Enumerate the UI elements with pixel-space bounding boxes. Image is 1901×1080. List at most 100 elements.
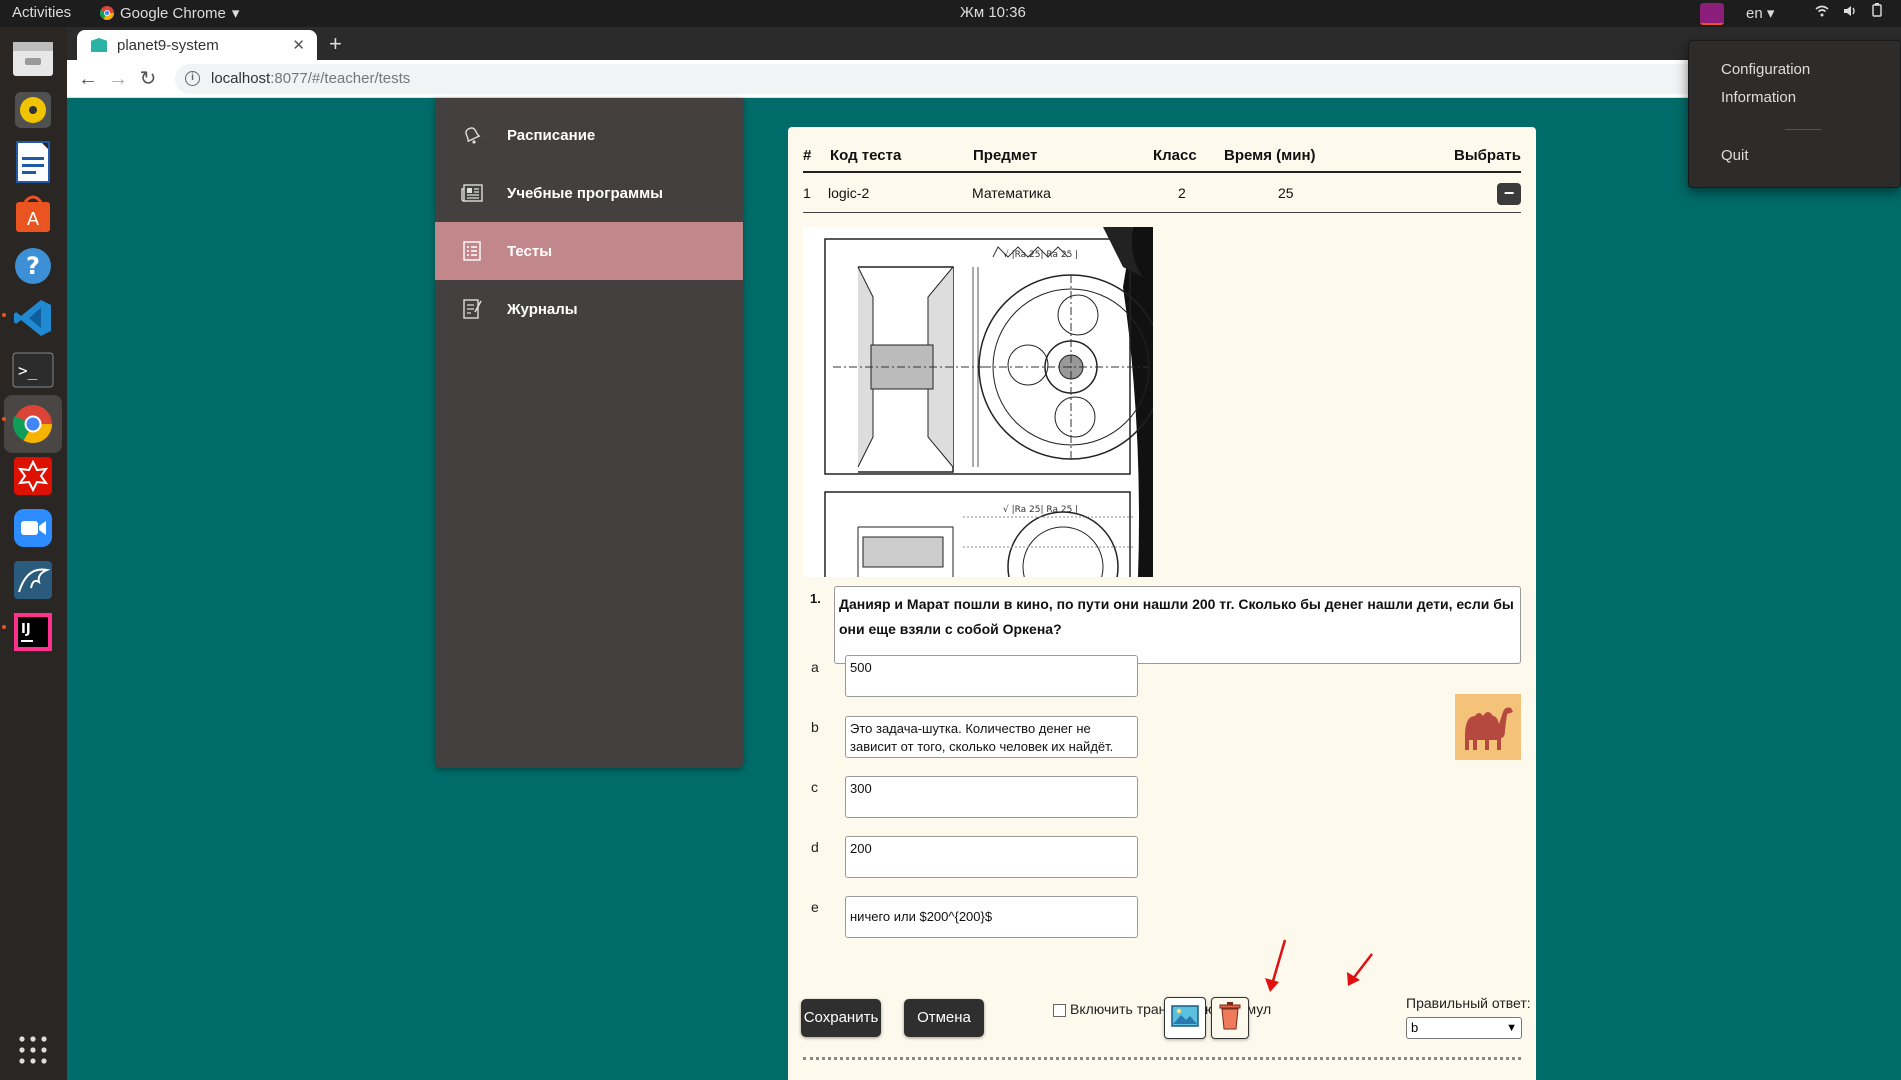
svg-text:√ |Ra 25| Ra 25 |: √ |Ra 25| Ra 25 | <box>1003 249 1078 260</box>
app-menu[interactable]: Google Chrome ▾ <box>100 4 239 22</box>
upload-image-button[interactable] <box>1164 997 1206 1039</box>
row-grade: 2 <box>1178 185 1186 201</box>
answer-letter: a <box>811 659 819 675</box>
svg-text:√ |Ra 25| Ra 25 |: √ |Ra 25| Ra 25 | <box>1003 504 1078 515</box>
formula-checkbox[interactable] <box>1053 1003 1066 1017</box>
terminal-icon[interactable]: >_ <box>10 347 56 393</box>
ubuntu-dock: A ? >_ IJ <box>0 27 67 1080</box>
menu-separator <box>1785 129 1821 130</box>
bell-icon <box>461 124 483 146</box>
row-subject: Математика <box>972 185 1051 201</box>
chrome-toolbar: ← → ↻ i localhost:8077/#/teacher/tests ✚… <box>67 60 1901 98</box>
col-num: # <box>803 147 812 164</box>
col-grade: Класс <box>1153 147 1197 164</box>
zoom-icon[interactable] <box>10 505 56 551</box>
keyboard-layout[interactable]: en ▾ <box>1746 4 1774 22</box>
forward-icon[interactable]: → <box>105 66 131 92</box>
sidebar-item-schedule[interactable]: Расписание <box>435 106 743 164</box>
answer-c-field[interactable]: 300 <box>845 776 1138 818</box>
checklist-icon <box>461 240 483 262</box>
newspaper-icon <box>461 182 483 204</box>
software-center-icon[interactable]: A <box>10 191 56 237</box>
wolfram-icon[interactable] <box>10 453 56 499</box>
browser-tab[interactable]: planet9-system ✕ <box>77 30 317 60</box>
correct-answer-label: Правильный ответ: <box>1406 995 1531 1011</box>
show-applications-icon[interactable] <box>10 1027 56 1073</box>
table-row[interactable]: 1 logic-2 Математика 2 25 − <box>803 177 1521 213</box>
wifi-icon <box>1815 4 1829 21</box>
camel-icon[interactable] <box>1455 694 1521 760</box>
sidebar-item-journals[interactable]: Журналы <box>435 280 743 338</box>
activities-button[interactable]: Activities <box>12 4 71 21</box>
app-name: Google Chrome <box>120 4 226 22</box>
info-icon[interactable]: i <box>185 71 200 86</box>
vscode-icon[interactable] <box>10 295 56 341</box>
chrome-tab-strip: planet9-system ✕ + <box>67 27 1901 60</box>
help-icon[interactable]: ? <box>10 243 56 289</box>
question-image: √ |Ra 25| Ra 25 | √ |Ra 25| Ra 25 | <box>803 227 1153 577</box>
sidebar-menu: Расписание Учебные программы Тесты Журна… <box>435 98 743 768</box>
col-code: Код теста <box>830 147 902 164</box>
svg-text:IJ: IJ <box>21 622 31 637</box>
sidebar-item-tests[interactable]: Тесты <box>435 222 743 280</box>
intellij-icon[interactable]: IJ <box>10 609 56 655</box>
chevron-down-icon: ▾ <box>231 5 240 22</box>
menu-item-configuration[interactable]: Configuration <box>1721 61 1810 78</box>
system-indicators[interactable] <box>1815 3 1883 21</box>
mysql-workbench-icon[interactable] <box>10 557 56 603</box>
question-text-field[interactable]: Данияр и Марат пошли в кино, по пути они… <box>834 586 1521 664</box>
address-bar[interactable]: i localhost:8077/#/teacher/tests <box>175 64 1795 94</box>
svg-text:?: ? <box>26 252 40 280</box>
files-icon[interactable] <box>10 35 56 81</box>
answer-d-field[interactable]: 200 <box>845 836 1138 878</box>
reload-icon[interactable]: ↻ <box>135 66 161 92</box>
answer-letter: e <box>811 899 819 915</box>
url-host: localhost <box>211 70 271 87</box>
writer-icon[interactable] <box>10 139 56 185</box>
correct-answer-value: b <box>1411 1020 1419 1035</box>
delete-image-button[interactable] <box>1211 997 1249 1039</box>
chrome-icon[interactable] <box>10 401 56 447</box>
answer-e-field[interactable]: ничего или $200^{200}$ <box>845 896 1138 938</box>
col-select: Выбрать <box>1454 147 1521 164</box>
tests-table-header: # Код теста Предмет Класс Время (мин) Вы… <box>803 139 1521 173</box>
row-code: logic-2 <box>828 185 870 201</box>
back-icon[interactable]: ← <box>75 66 101 92</box>
svg-text:>_: >_ <box>18 361 38 380</box>
col-time: Время (мин) <box>1224 147 1316 164</box>
annotation-arrow-icon <box>1265 939 1287 992</box>
close-icon[interactable]: ✕ <box>292 36 305 54</box>
col-subject: Предмет <box>973 147 1038 164</box>
answer-b-field[interactable]: Это задача-шутка. Количество денег не за… <box>845 716 1138 758</box>
firefox-tray-icon[interactable] <box>1700 3 1724 25</box>
url-path: :8077/#/teacher/tests <box>270 70 411 87</box>
menu-item-quit[interactable]: Quit <box>1721 147 1749 164</box>
new-tab-button[interactable]: + <box>329 31 342 57</box>
sidebar-item-programs[interactable]: Учебные программы <box>435 164 743 222</box>
row-num: 1 <box>803 185 811 201</box>
annotation-arrow-icon <box>1347 953 1373 986</box>
menu-item-information[interactable]: Information <box>1721 89 1796 106</box>
answer-a-field[interactable]: 500 <box>845 655 1138 697</box>
row-time: 25 <box>1278 185 1294 201</box>
save-button[interactable]: Сохранить <box>801 999 881 1037</box>
site-favicon-icon <box>91 38 107 52</box>
sidebar-item-label: Расписание <box>507 126 596 144</box>
question-number: 1. <box>810 591 821 606</box>
chrome-icon <box>100 6 114 20</box>
divider <box>803 1057 1521 1060</box>
rhythmbox-icon[interactable] <box>10 87 56 133</box>
answer-letter: c <box>811 779 818 795</box>
cancel-button[interactable]: Отмена <box>904 999 984 1037</box>
sidebar-item-label: Журналы <box>507 300 578 318</box>
svg-text:A: A <box>27 209 40 230</box>
system-top-bar: Activities Google Chrome ▾ Жм 10:36 en ▾ <box>0 0 1901 27</box>
tray-popover-menu: Configuration Information Quit <box>1688 40 1901 188</box>
tab-title: planet9-system <box>117 36 219 54</box>
sidebar-item-label: Тесты <box>507 242 553 260</box>
clock[interactable]: Жм 10:36 <box>960 4 1026 21</box>
test-editor-panel: # Код теста Предмет Класс Время (мин) Вы… <box>788 127 1536 1080</box>
chevron-down-icon: ▼ <box>1506 1022 1517 1034</box>
deselect-button[interactable]: − <box>1497 183 1521 205</box>
correct-answer-select[interactable]: b ▼ <box>1406 1017 1522 1039</box>
